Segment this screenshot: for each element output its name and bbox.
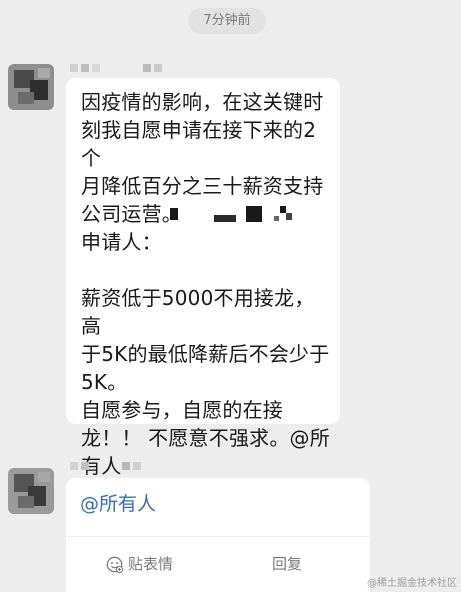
mention-reply-card[interactable]: @所有人 贴表情 回复 [66,478,370,592]
avatar[interactable] [8,64,54,110]
message-bubble[interactable]: 因疫情的影响，在这关键时 刻我自愿申请在接下来的2个 月降低百分之三十薪资支持 … [66,78,340,478]
message-text: 因疫情的影响，在这关键时 刻我自愿申请在接下来的2个 月降低百分之三十薪资支持 … [81,90,330,478]
sender-name-redacted [70,64,162,72]
sticker-label: 贴表情 [128,555,174,573]
card-divider [66,536,370,537]
sticker-button[interactable]: 贴表情 [106,544,173,584]
avatar[interactable] [8,468,54,514]
sticker-icon [106,556,123,573]
timestamp-pill: 7分钟前 [188,8,266,34]
watermark: @稀土掘金技术社区 [367,578,457,589]
reply-label: 回复 [272,555,303,573]
reply-button[interactable]: 回复 [272,544,302,584]
mention-all-link[interactable]: @所有人 [80,490,156,518]
sender-name-redacted [70,462,141,470]
